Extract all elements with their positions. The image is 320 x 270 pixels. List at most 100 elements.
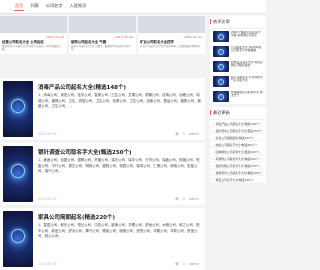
recent-item[interactable]: •建筑劳务公司起名字大全(精选200个) bbox=[210, 169, 266, 176]
recent-item-label[interactable]: 园林绿化公司名称大全(甄选200个) bbox=[216, 150, 260, 154]
featured-card-title[interactable]: 经营公司取名大全 公司起名 bbox=[2, 40, 65, 44]
ring-decoration bbox=[218, 94, 224, 100]
featured-card-thumbnail[interactable] bbox=[69, 16, 136, 33]
recent-item-label[interactable]: 建筑劳务公司起名字大全(精选200个) bbox=[216, 171, 263, 175]
bullet-icon: • bbox=[213, 129, 215, 134]
hot-articles-box: 热评文章 2000个精选公司名字大全集 好听的公司名字 公司起名大全 2023年… bbox=[210, 16, 266, 104]
article-date: 2023-09-06 bbox=[38, 197, 57, 201]
article-thumbnail[interactable] bbox=[3, 146, 33, 202]
hot-article-title[interactable]: 和公司起名字 大全好听大气公司名大全 bbox=[231, 76, 263, 87]
featured-card-date: 2023-09-06 bbox=[114, 35, 133, 39]
recent-item[interactable]: •园林绿化公司名称大全(甄选200个) bbox=[210, 148, 266, 155]
nav-item-home[interactable]: 首页 bbox=[14, 2, 25, 11]
hot-article-thumbnail[interactable] bbox=[213, 31, 229, 42]
article-thumbnail[interactable] bbox=[3, 81, 33, 137]
bullet-icon: • bbox=[213, 143, 215, 148]
bullet-icon: • bbox=[213, 164, 215, 169]
featured-card-title[interactable]: 矿业公司取名大全四字 bbox=[140, 40, 203, 44]
featured-card-desc: 矿业公司起名大全的方法有哪些，需要根据具体的用... bbox=[140, 45, 203, 48]
glow-decoration bbox=[11, 229, 25, 243]
bullet-icon: • bbox=[213, 157, 215, 162]
recent-updates-title: 最近更新 bbox=[210, 107, 266, 120]
recent-item-label[interactable]: 养猪场公司取名字大全(精选200个) bbox=[216, 157, 260, 161]
main-nav: 首页 列表 公司名字 入驻知识 bbox=[14, 2, 87, 11]
recent-updates-box: 最近更新 •消毒产品公司起名大全(精选148个) •银针调查公司取名字大全(甄选… bbox=[210, 107, 266, 183]
article-meta: 👁 0 admin bbox=[175, 132, 199, 136]
recent-item[interactable]: •家具公司简朗起名(精选220个) bbox=[210, 134, 266, 141]
article-item[interactable]: 家具公司简朗起名(精选220个) 1、智胜公司、和乐公司、恒元公司、中宏公司、欧… bbox=[0, 208, 205, 270]
hot-article-thumbnail[interactable] bbox=[213, 46, 229, 57]
hot-article-thumbnail[interactable] bbox=[213, 61, 229, 72]
bullet-icon: • bbox=[213, 122, 215, 127]
bullet-icon: • bbox=[213, 178, 215, 183]
article-excerpt: 1、智胜公司、和乐公司、恒元公司、中宏公司、欧美公司、华耀公司、舒适公司、木雅公… bbox=[38, 223, 200, 239]
hot-article-thumbnail[interactable] bbox=[213, 76, 229, 87]
recent-item[interactable]: •酒店管理公司名字大全(精选220个) bbox=[210, 162, 266, 169]
recent-item[interactable]: •珠宝公司名字大全(精选160个) bbox=[210, 176, 266, 183]
hot-article-title[interactable]: 环保科技公司名称大全 简洁大气 bbox=[231, 91, 263, 102]
ring-decoration bbox=[218, 49, 224, 55]
recent-item[interactable]: •消毒产品公司起名大全(精选148个) bbox=[210, 120, 266, 127]
hot-article-item[interactable]: 公司起名大全 2023年新公司名字大全集精选 bbox=[210, 44, 266, 59]
featured-card-desc: 本文经营公司取名大全以及公司起名，用户要提前了解。 bbox=[2, 45, 62, 52]
article-excerpt: 1、鑫鑫公司、佳园公司、银鸭公司、杆捷公司、瑞丰公司、瑞丰公司、行货公司、瑞鑫公… bbox=[38, 158, 200, 174]
featured-card-thumbnail[interactable] bbox=[0, 16, 67, 33]
ring-decoration bbox=[218, 79, 224, 85]
article-meta: 👁 0 admin bbox=[175, 197, 199, 201]
hot-articles-title: 热评文章 bbox=[210, 16, 266, 29]
recent-item-label[interactable]: 纺织公司取名字大全(精选200个) bbox=[216, 143, 257, 147]
featured-card-date: 2023-09-06 bbox=[45, 35, 64, 39]
article-author[interactable]: admin bbox=[189, 197, 199, 201]
article-excerpt: 1、消毒公司、泉宏公司、佳华公司、智美公司（卫生公司、芝果公司、精霸公司、佳瑞公… bbox=[38, 93, 201, 109]
hot-article-item[interactable]: 和公司起名字 大全好听大气公司名大全 bbox=[210, 74, 266, 89]
hot-article-item[interactable]: 环保科技公司名称大全 简洁大气 bbox=[210, 89, 266, 104]
article-date: 2023-09-06 bbox=[38, 132, 57, 136]
eye-icon: 👁 bbox=[174, 197, 179, 201]
hot-article-title[interactable]: 公司起名大全 2023年新公司名字大全集精选 bbox=[231, 46, 263, 57]
main-content: 2023-09-06 经营公司取名大全 公司起名 本文经营公司取名大全以及公司起… bbox=[0, 16, 205, 270]
article-item[interactable]: 银针调查公司取名字大全(甄选250个) 1、鑫鑫公司、佳园公司、银鸭公司、杆捷公… bbox=[0, 143, 205, 205]
featured-cards: 2023-09-06 经营公司取名大全 公司起名 本文经营公司取名大全以及公司起… bbox=[0, 16, 205, 54]
article-views: 0 bbox=[182, 197, 185, 201]
article-date: 2023-09-06 bbox=[38, 262, 57, 266]
featured-card[interactable]: 2023-09-06 经营公司取名大全 公司起名 本文经营公司取名大全以及公司起… bbox=[0, 16, 67, 54]
recent-item[interactable]: •纺织公司取名字大全(精选200个) bbox=[210, 141, 266, 148]
nav-item-company-names[interactable]: 公司名字 bbox=[45, 2, 64, 11]
nav-item-knowledge[interactable]: 入驻知识 bbox=[69, 2, 88, 11]
featured-card-title[interactable]: 装饰公司起名大全 气魄 bbox=[71, 40, 134, 44]
ring-decoration bbox=[218, 34, 224, 40]
featured-card-desc: 装饰公司起名大全有气魄时，根据用户所选的行业以及... bbox=[71, 45, 131, 52]
bullet-icon: • bbox=[213, 171, 215, 176]
featured-card[interactable]: 2023-09-06 装饰公司起名大全 气魄 装饰公司起名大全有气魄时，根据用户… bbox=[69, 16, 136, 54]
ring-decoration bbox=[218, 64, 224, 70]
eye-icon: 👁 bbox=[174, 262, 179, 266]
article-author[interactable]: admin bbox=[189, 132, 199, 136]
article-title[interactable]: 银针调查公司取名字大全(甄选250个) bbox=[38, 148, 132, 156]
bullet-icon: • bbox=[213, 136, 215, 141]
recent-item[interactable]: •银针调查公司取名字大全(甄选250个) bbox=[210, 127, 266, 134]
hot-article-item[interactable]: 招财公司名字大全 有创意的公司取名集合 bbox=[210, 59, 266, 74]
hot-article-title[interactable]: 招财公司名字大全 有创意的公司取名集合 bbox=[231, 61, 263, 72]
recent-item-label[interactable]: 酒店管理公司名字大全(精选220个) bbox=[216, 164, 260, 168]
article-thumbnail[interactable] bbox=[3, 211, 33, 267]
hot-article-item[interactable]: 2000个精选公司名字大全集 好听的公司名字 bbox=[210, 29, 266, 44]
hot-article-title[interactable]: 2000个精选公司名字大全集 好听的公司名字 bbox=[231, 31, 263, 42]
bullet-icon: • bbox=[213, 150, 215, 155]
nav-item-list[interactable]: 列表 bbox=[29, 2, 39, 11]
featured-card[interactable]: 2023-09-06 矿业公司取名大全四字 矿业公司起名大全的方法有哪些，需要根… bbox=[138, 16, 205, 54]
recent-item[interactable]: •养猪场公司取名字大全(精选200个) bbox=[210, 155, 266, 162]
recent-item-label[interactable]: 家具公司简朗起名(精选220个) bbox=[216, 136, 254, 140]
article-meta: 👁 0 admin bbox=[175, 262, 199, 266]
featured-card-thumbnail[interactable] bbox=[138, 16, 205, 33]
recent-item-label[interactable]: 消毒产品公司起名大全(精选148个) bbox=[216, 122, 260, 126]
eye-icon: 👁 bbox=[174, 132, 179, 136]
article-views: 0 bbox=[182, 132, 185, 136]
article-author[interactable]: admin bbox=[189, 262, 199, 266]
top-navigation-bar: 首页 列表 公司名字 入驻知识 bbox=[0, 0, 266, 14]
article-title[interactable]: 消毒产品公司起名大全(精选148个) bbox=[38, 83, 126, 91]
recent-item-label[interactable]: 珠宝公司名字大全(精选160个) bbox=[216, 178, 254, 182]
recent-item-label[interactable]: 银针调查公司取名字大全(甄选250个) bbox=[216, 129, 263, 133]
article-item[interactable]: 消毒产品公司起名大全(精选148个) 1、消毒公司、泉宏公司、佳华公司、智美公司… bbox=[0, 78, 205, 140]
hot-article-thumbnail[interactable] bbox=[213, 91, 229, 102]
article-title[interactable]: 家具公司简朗起名(精选220个) bbox=[38, 213, 115, 221]
